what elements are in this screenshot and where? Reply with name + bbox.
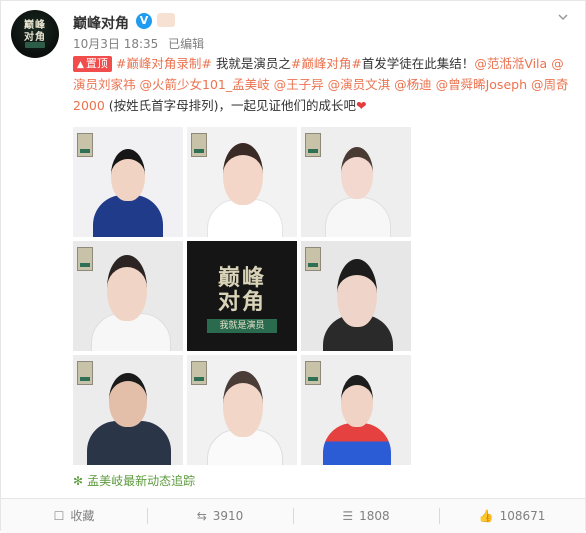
show-logo-icon bbox=[77, 247, 93, 271]
grid-image-9[interactable] bbox=[301, 355, 411, 465]
grid-image-8[interactable] bbox=[187, 355, 297, 465]
avatar-logo-text: 巅峰 对角 bbox=[24, 20, 46, 43]
sparkle-icon: ✻ bbox=[73, 474, 84, 488]
portrait-head bbox=[337, 259, 377, 327]
portrait-head bbox=[223, 371, 263, 437]
portrait-head bbox=[109, 373, 147, 427]
mention-link[interactable]: @杨迪 bbox=[394, 77, 432, 92]
repost-button[interactable]: ⇆ 3910 bbox=[147, 499, 293, 533]
avatar[interactable]: 巅峰 对角 bbox=[11, 10, 59, 58]
portrait-body bbox=[87, 421, 171, 465]
mention-link[interactable]: @王子异 bbox=[274, 77, 324, 92]
portrait-head bbox=[341, 147, 373, 199]
mention-link[interactable]: @范湉湉Vila bbox=[474, 56, 547, 71]
like-button[interactable]: 👍 108671 bbox=[439, 499, 585, 533]
mention-link[interactable]: @演员文淇 bbox=[328, 77, 391, 92]
mention-link[interactable]: @火箭少女101_孟美岐 bbox=[140, 77, 270, 92]
hashtag-link[interactable]: #巅峰对角录制# bbox=[116, 56, 212, 71]
post-meta: 10月3日 18:35 已编辑 bbox=[73, 35, 210, 52]
pinned-badge: ▲ 置顶 bbox=[73, 56, 112, 72]
favorite-button[interactable]: ☐ 收藏 bbox=[1, 499, 147, 533]
post-text-segment: 我就是演员之 bbox=[211, 56, 291, 71]
like-icon: 👍 bbox=[478, 509, 494, 523]
show-logo-icon bbox=[305, 361, 321, 385]
post-text-segment: 首发学徒在此集结！ bbox=[361, 56, 475, 71]
post-date[interactable]: 10月3日 18:35 bbox=[73, 37, 158, 51]
mention-link[interactable]: @曾舜晞Joseph bbox=[436, 77, 527, 92]
post-text-segment: (按姓氏首字母排列)，一起见证他们的成长吧 bbox=[104, 98, 357, 113]
username[interactable]: 巅峰对角 bbox=[73, 13, 129, 33]
grid-image-5-show-poster[interactable]: 巅峰 对角 我就是演员 bbox=[187, 241, 297, 351]
comment-button[interactable]: ☰ 1808 bbox=[293, 499, 439, 533]
comment-icon: ☰ bbox=[342, 509, 354, 523]
grid-image-7[interactable] bbox=[73, 355, 183, 465]
show-logo-icon bbox=[305, 247, 321, 271]
show-logo-icon bbox=[77, 361, 93, 385]
grid-image-2[interactable] bbox=[187, 127, 297, 237]
verified-v-icon: V bbox=[136, 13, 152, 29]
favorite-icon: ☐ bbox=[53, 509, 65, 523]
show-logo-icon bbox=[191, 361, 207, 385]
portrait-head bbox=[341, 375, 373, 427]
grid-image-1[interactable] bbox=[73, 127, 183, 237]
grid-image-3[interactable] bbox=[301, 127, 411, 237]
avatar-logo-bar bbox=[25, 42, 45, 48]
image-grid: 巅峰 对角 我就是演员 bbox=[73, 127, 411, 467]
show-logo-icon bbox=[305, 133, 321, 157]
weibo-post-card: 巅峰 对角 巅峰对角 V 10月3日 18:35 已编辑 ▲ 置顶 #巅峰对角录制… bbox=[0, 0, 586, 533]
repost-icon: ⇆ bbox=[196, 509, 207, 523]
poster-subtitle: 我就是演员 bbox=[207, 319, 277, 333]
portrait-body bbox=[93, 195, 163, 237]
grid-image-4[interactable] bbox=[73, 241, 183, 351]
show-logo-icon bbox=[191, 133, 207, 157]
edited-label[interactable]: 已编辑 bbox=[168, 37, 204, 51]
grid-image-6[interactable] bbox=[301, 241, 411, 351]
post-text: ▲ 置顶 #巅峰对角录制# 我就是演员之#巅峰对角#首发学徒在此集结！@范湉湉Vi… bbox=[73, 53, 573, 116]
poster-title: 巅峰 对角 bbox=[217, 266, 266, 315]
post-body: #巅峰对角录制# 我就是演员之#巅峰对角#首发学徒在此集结！@范湉湉Vila @… bbox=[73, 56, 569, 113]
portrait-body bbox=[323, 423, 391, 465]
member-badge-icon[interactable] bbox=[157, 13, 175, 27]
chevron-down-icon[interactable] bbox=[557, 11, 569, 23]
portrait-head bbox=[223, 143, 263, 205]
show-logo-icon bbox=[77, 133, 93, 157]
portrait-head bbox=[107, 255, 147, 321]
hashtag-link[interactable]: #巅峰对角# bbox=[291, 56, 362, 71]
heart-icon: ❤ bbox=[356, 98, 367, 113]
action-bar: ☐ 收藏 ⇆ 3910 ☰ 1808 👍 108671 bbox=[1, 498, 585, 533]
portrait-body bbox=[325, 197, 391, 237]
follow-link[interactable]: ✻ 孟美岐最新动态追踪 bbox=[73, 472, 195, 489]
portrait-head bbox=[111, 149, 145, 201]
pin-icon: ▲ bbox=[77, 60, 84, 70]
